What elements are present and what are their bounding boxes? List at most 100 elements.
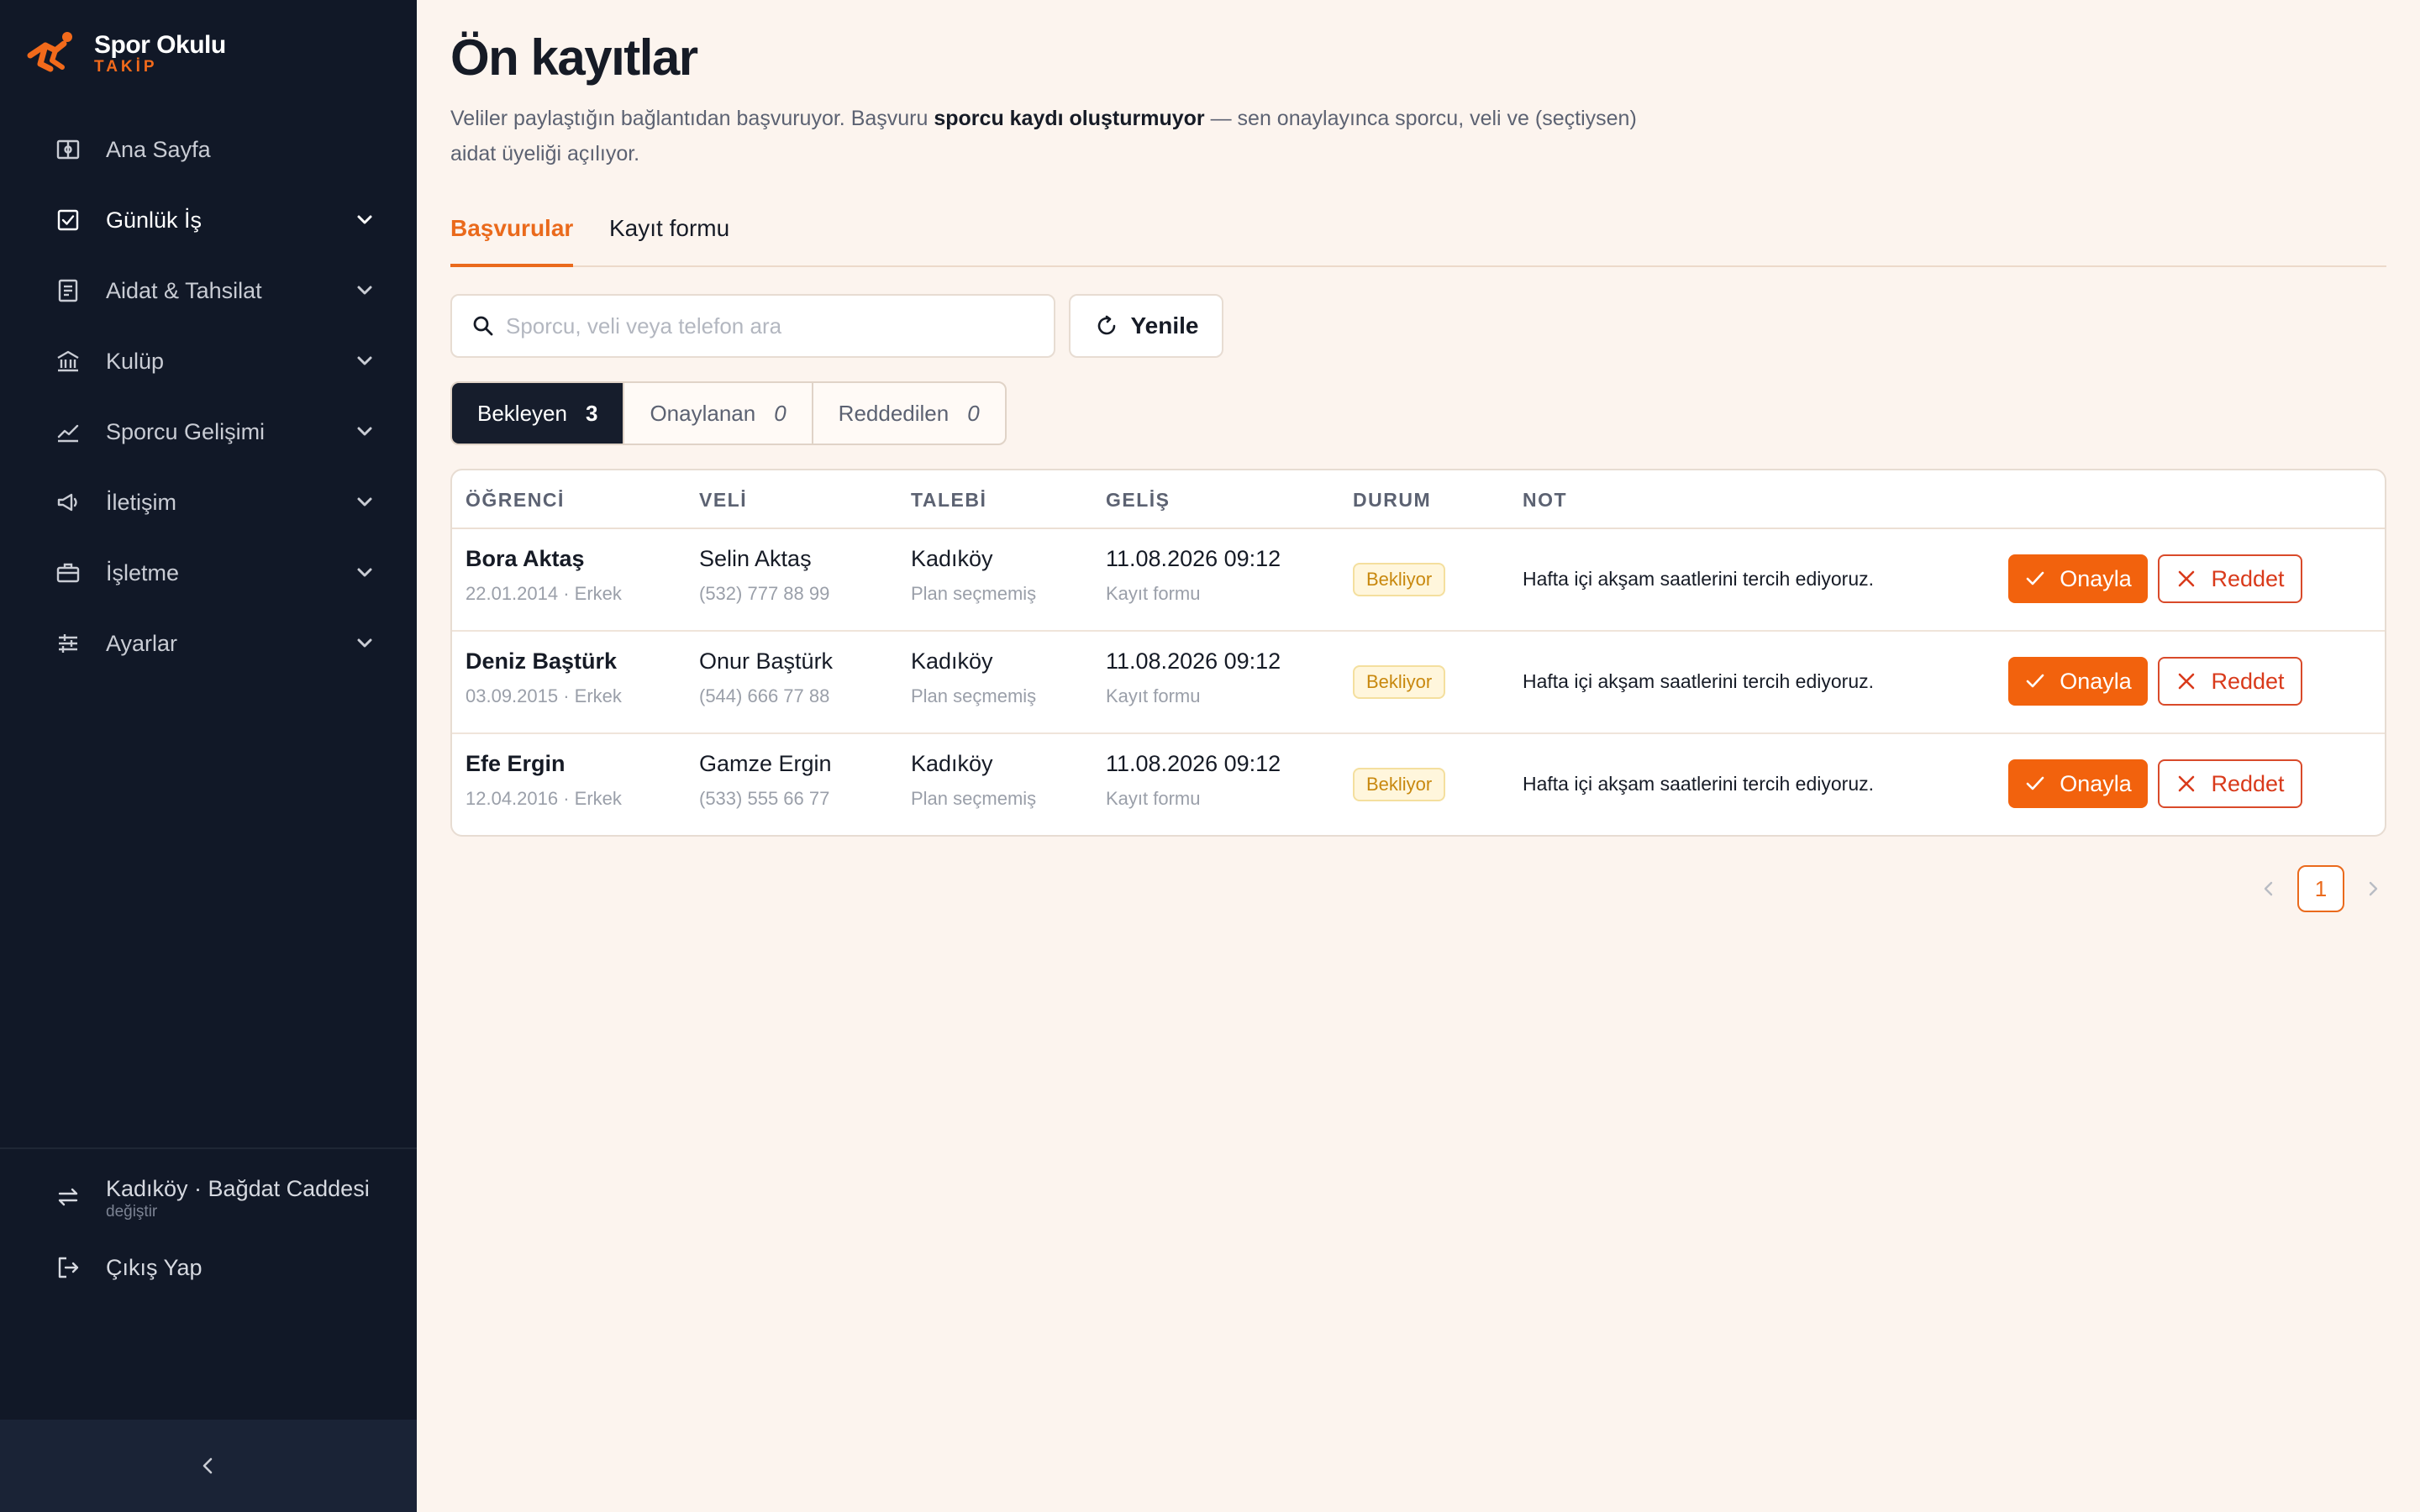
briefcase-icon bbox=[54, 559, 82, 587]
search-input[interactable] bbox=[506, 312, 1044, 339]
cell-student: Efe Ergin 12.04.2016 · Erkek bbox=[466, 749, 622, 811]
sidebar-item-label: İletişim bbox=[106, 489, 177, 515]
filter-count: 0 bbox=[967, 400, 980, 426]
parent-name: Selin Aktaş bbox=[699, 546, 812, 571]
sidebar-item-ayarlar[interactable]: Ayarlar bbox=[0, 608, 417, 679]
column-header-veli: VELİ bbox=[699, 489, 748, 511]
main-content: Ön kayıtlar Veliler paylaştığın bağlantı… bbox=[417, 0, 2420, 1512]
chevron-left-icon bbox=[203, 1457, 213, 1474]
chevron-down-icon bbox=[357, 286, 372, 295]
reject-button[interactable]: Reddet bbox=[2158, 759, 2302, 808]
column-header-gelis: GELİŞ bbox=[1106, 489, 1171, 511]
approve-label: Onayla bbox=[2060, 565, 2132, 591]
request-plan: Plan seçmemiş bbox=[911, 685, 1037, 706]
receipt-icon bbox=[54, 276, 82, 305]
sidebar-item-label: Ayarlar bbox=[106, 630, 178, 656]
row-note: Hafta içi akşam saatlerini tercih ediyor… bbox=[1523, 670, 1874, 692]
tab-bar: Başvurular Kayıt formu bbox=[450, 207, 2386, 267]
branch-change-link[interactable]: değiştir bbox=[106, 1203, 370, 1221]
cell-request: Kadıköy Plan seçmemiş bbox=[911, 544, 1036, 606]
refresh-icon bbox=[1097, 315, 1115, 335]
filter-onaylanan[interactable]: Onaylanan 0 bbox=[624, 383, 813, 444]
sidebar-item-kulup[interactable]: Kulüp bbox=[0, 326, 417, 396]
page-number-button[interactable]: 1 bbox=[2297, 865, 2344, 912]
logout-button[interactable]: Çıkış Yap bbox=[54, 1253, 203, 1282]
table-row: Efe Ergin 12.04.2016 · Erkek Gamze Ergin… bbox=[452, 734, 2385, 835]
sidebar-item-ana-sayfa[interactable]: Ana Sayfa bbox=[0, 114, 417, 185]
page-description: Veliler paylaştığın bağlantıdan başvuruy… bbox=[450, 101, 1677, 171]
column-header-durum: DURUM bbox=[1353, 489, 1432, 511]
cell-request: Kadıköy Plan seçmemiş bbox=[911, 749, 1036, 811]
row-note: Hafta içi akşam saatlerini tercih ediyor… bbox=[1523, 773, 1874, 795]
check-icon bbox=[2026, 776, 2044, 790]
cell-arrival: 11.08.2026 09:12 Kayıt formu bbox=[1106, 647, 1281, 709]
sidebar-nav: Ana Sayfa Günlük İş Aidat & Tahsilat Kul… bbox=[0, 114, 417, 679]
brand[interactable]: Spor Okulu TAKİP bbox=[27, 30, 226, 77]
tab-kayit-formu[interactable]: Kayıt formu bbox=[609, 215, 729, 267]
page-desc-bold: sporcu kaydı oluşturmuyor bbox=[934, 107, 1205, 130]
close-icon bbox=[2179, 570, 2195, 587]
filter-bekleyen[interactable]: Bekleyen 3 bbox=[452, 383, 625, 444]
arrival-source: Kayıt formu bbox=[1106, 685, 1201, 706]
cell-student: Deniz Baştürk 03.09.2015 · Erkek bbox=[466, 647, 622, 709]
table-row: Deniz Baştürk 03.09.2015 · Erkek Onur Ba… bbox=[452, 632, 2385, 734]
approve-button[interactable]: Onayla bbox=[2008, 759, 2148, 808]
approve-label: Onayla bbox=[2060, 770, 2132, 796]
sidebar-item-aidat-tahsilat[interactable]: Aidat & Tahsilat bbox=[0, 255, 417, 326]
student-name: Deniz Baştürk bbox=[466, 648, 618, 674]
request-plan: Plan seçmemiş bbox=[911, 788, 1037, 809]
sidebar-item-iletisim[interactable]: İletişim bbox=[0, 467, 417, 538]
dashboard-icon bbox=[54, 135, 82, 164]
logout-icon bbox=[54, 1253, 82, 1282]
chart-line-icon bbox=[54, 417, 82, 446]
student-info: 22.01.2014 · Erkek bbox=[466, 583, 622, 604]
brand-name: Spor Okulu bbox=[94, 31, 226, 59]
cell-parent: Onur Baştürk (544) 666 77 88 bbox=[699, 647, 833, 709]
reject-label: Reddet bbox=[2211, 565, 2285, 591]
approve-label: Onayla bbox=[2060, 668, 2132, 694]
sidebar-item-isletme[interactable]: İşletme bbox=[0, 538, 417, 608]
cell-student: Bora Aktaş 22.01.2014 · Erkek bbox=[466, 544, 622, 606]
page-desc-text: Veliler paylaştığın bağlantıdan başvuruy… bbox=[450, 107, 934, 130]
chevron-right-icon bbox=[2369, 881, 2378, 896]
filter-reddedilen[interactable]: Reddedilen 0 bbox=[813, 383, 1005, 444]
search-icon bbox=[473, 316, 493, 336]
parent-phone: (533) 555 66 77 bbox=[699, 788, 830, 809]
refresh-button[interactable]: Yenile bbox=[1069, 294, 1223, 358]
request-branch: Kadıköy bbox=[911, 751, 993, 776]
student-info: 03.09.2015 · Erkek bbox=[466, 685, 622, 706]
sidebar-item-gunluk-is[interactable]: Günlük İş bbox=[0, 185, 417, 255]
brand-subtitle: TAKİP bbox=[94, 58, 158, 76]
reject-button[interactable]: Reddet bbox=[2158, 554, 2302, 603]
chevron-down-icon bbox=[357, 497, 372, 507]
request-branch: Kadıköy bbox=[911, 648, 993, 674]
close-icon bbox=[2179, 775, 2195, 792]
check-icon bbox=[2026, 571, 2044, 585]
chevron-left-icon bbox=[2264, 881, 2273, 896]
prev-page-button[interactable] bbox=[2252, 865, 2286, 912]
sidebar-collapse-button[interactable] bbox=[0, 1420, 417, 1512]
reject-button[interactable]: Reddet bbox=[2158, 657, 2302, 706]
branch-switcher[interactable]: Kadıköy · Bağdat Caddesi değiştir bbox=[54, 1174, 370, 1221]
reject-label: Reddet bbox=[2211, 668, 2285, 694]
parent-name: Onur Baştürk bbox=[699, 648, 834, 674]
checkbox-icon bbox=[54, 206, 82, 234]
sidebar-item-label: Kulüp bbox=[106, 348, 165, 374]
next-page-button[interactable] bbox=[2356, 865, 2390, 912]
approve-button[interactable]: Onayla bbox=[2008, 554, 2148, 603]
brand-logo-icon bbox=[27, 32, 72, 72]
tab-basvurular[interactable]: Başvurular bbox=[450, 215, 574, 267]
row-note: Hafta içi akşam saatlerini tercih ediyor… bbox=[1523, 568, 1874, 590]
close-icon bbox=[2179, 673, 2195, 690]
filter-count: 0 bbox=[774, 400, 786, 426]
filter-label: Reddedilen bbox=[838, 400, 950, 426]
chevron-down-icon bbox=[357, 356, 372, 365]
chevron-down-icon bbox=[357, 638, 372, 648]
sidebar-item-label: Aidat & Tahsilat bbox=[106, 277, 262, 303]
column-header-talebi: TALEBİ bbox=[911, 489, 987, 511]
approve-button[interactable]: Onayla bbox=[2008, 657, 2148, 706]
chevron-down-icon bbox=[357, 215, 372, 224]
request-branch: Kadıköy bbox=[911, 546, 993, 571]
sidebar-item-sporcu-gelisimi[interactable]: Sporcu Gelişimi bbox=[0, 396, 417, 467]
arrival-source: Kayıt formu bbox=[1106, 788, 1201, 809]
